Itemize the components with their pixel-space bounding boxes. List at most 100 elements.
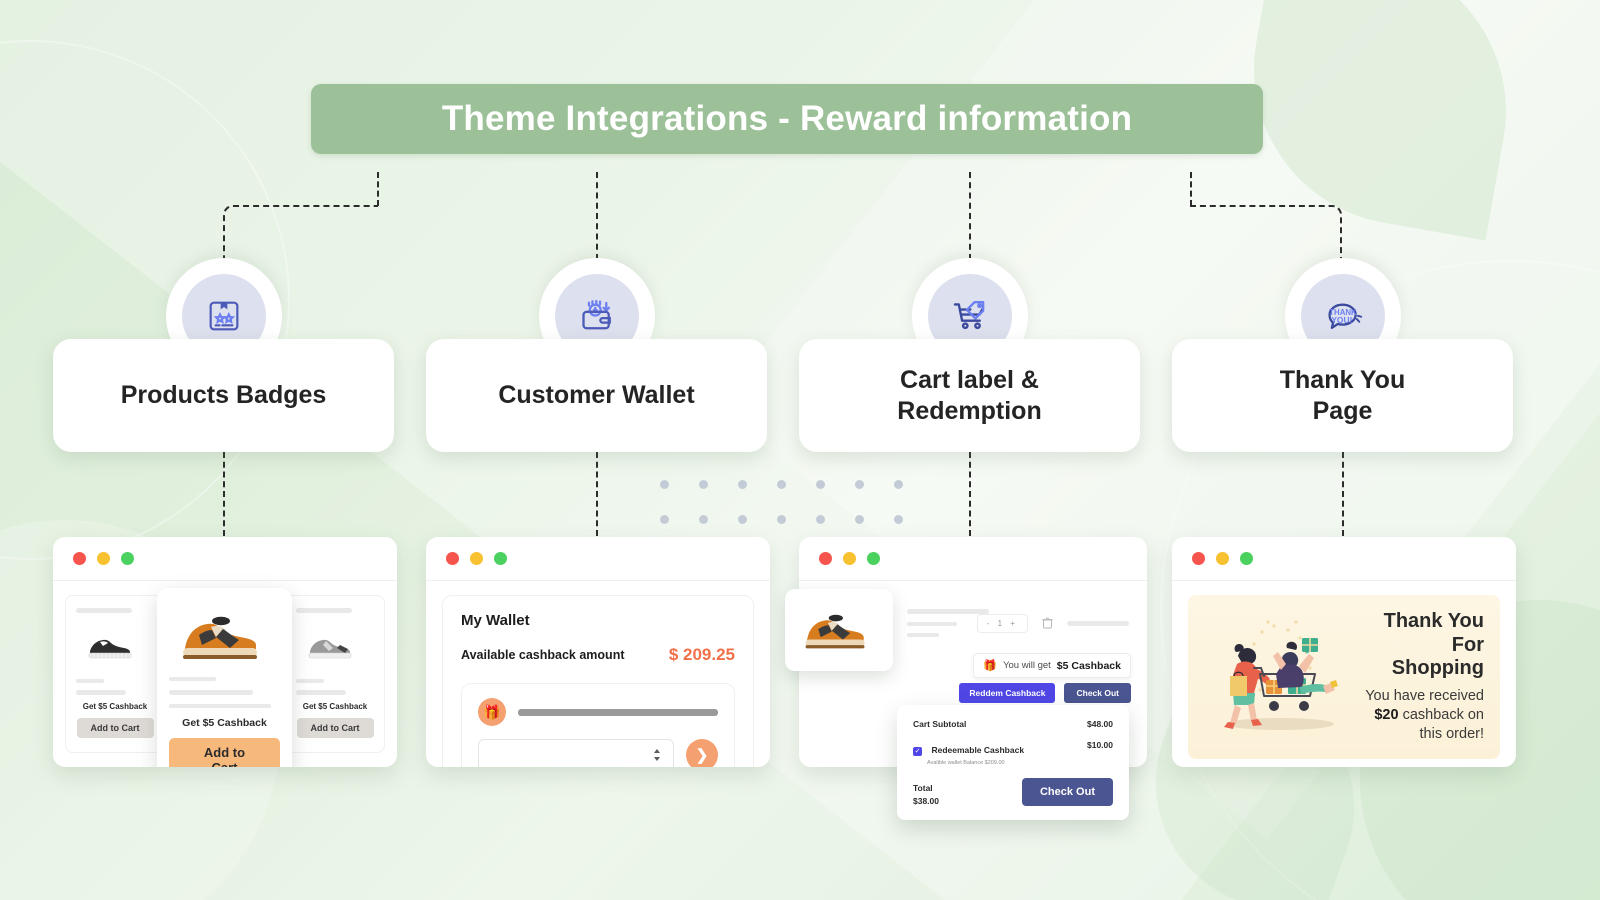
mockup-customer-wallet: My Wallet Available cashback amount $ 20… [426, 537, 770, 767]
shoppers-illustration-icon [1224, 619, 1338, 730]
checkout-button-small[interactable]: Check Out [1064, 683, 1131, 703]
sneaker-black-icon [88, 639, 132, 659]
thank-you-body: You have received $20 cashback on this o… [1360, 687, 1484, 744]
trash-icon[interactable] [1042, 617, 1053, 629]
cart-total-label: Total [913, 783, 933, 793]
browser-titlebar [799, 537, 1147, 581]
browser-titlebar [1172, 537, 1516, 581]
cart-action-buttons: Reddem Cashback Check Out [959, 683, 1131, 703]
window-close-dot[interactable] [819, 552, 832, 565]
window-close-dot[interactable] [1192, 552, 1205, 565]
cart-total-value: $38.00 [913, 796, 939, 806]
card-customer-wallet[interactable]: Customer Wallet [426, 339, 767, 452]
browser-titlebar [53, 537, 397, 581]
add-to-cart-button[interactable]: Add to Cart [296, 718, 374, 738]
thank-you-body-line-3: this order! [1419, 725, 1484, 742]
cart-tag-icon [953, 300, 985, 330]
card-products-badges[interactable]: Products Badges [53, 339, 394, 452]
mockup-thank-you: Thank You For Shopping You have received… [1172, 537, 1516, 767]
connector-card-3 [969, 172, 971, 260]
redeemable-cashback-value: $10.00 [1087, 740, 1113, 750]
cashback-amount-stepper[interactable] [478, 739, 674, 767]
mockup-cart-wrapper: - 1 + 🎁 You will get $5 Cashback Reddem … [785, 537, 1147, 820]
connector-card-2-to-mockup [596, 452, 598, 536]
box-stars-icon [209, 301, 239, 331]
window-minimize-dot[interactable] [1216, 552, 1229, 565]
thank-you-body-line-1: You have received [1365, 688, 1484, 705]
redeemable-cashback-row: ✓ Redeemable Cashback $10.00 [913, 740, 1113, 758]
window-minimize-dot[interactable] [97, 552, 110, 565]
add-to-cart-button[interactable]: Add to Cart [76, 718, 154, 738]
stepper-arrows-icon [654, 749, 660, 761]
connector-card-1 [223, 205, 378, 260]
checkout-button[interactable]: Check Out [1021, 778, 1113, 806]
shoe-image [84, 620, 146, 672]
gift-icon: 🎁 [478, 698, 506, 726]
window-maximize-dot[interactable] [867, 552, 880, 565]
cashback-notice-amount: $5 Cashback [1056, 659, 1121, 672]
card-thank-you-page[interactable]: Thank You Page [1172, 339, 1513, 452]
window-close-dot[interactable] [446, 552, 459, 565]
add-to-cart-button-featured[interactable]: Add to Cart [169, 738, 280, 767]
cart-subtotal-label: Cart Subtotal [913, 719, 967, 729]
cart-subtotal-value: $48.00 [1087, 719, 1113, 729]
product-card-featured[interactable]: Get $5 Cashback Add to Cart [157, 588, 292, 767]
card-title-line-2: Page [1312, 396, 1373, 425]
card-cart-label-redemption[interactable]: Cart label & Redemption [799, 339, 1140, 452]
connector-card-4-to-mockup [1342, 452, 1344, 536]
window-maximize-dot[interactable] [121, 552, 134, 565]
wallet-title: My Wallet [461, 612, 530, 629]
product-card[interactable]: Get $5 Cashback Add to Cart [285, 595, 385, 753]
thank-you-body-amount: $20 [1374, 706, 1399, 723]
placeholder-bar [518, 708, 718, 716]
connector-card-3-to-mockup [969, 452, 971, 536]
redeemable-cashback-group[interactable]: ✓ Redeemable Cashback [913, 740, 1024, 758]
wallet-submit-button[interactable]: ❯ [686, 739, 718, 767]
card-title-cart-label-redemption: Cart label & Redemption [897, 365, 1041, 426]
connector-card-4 [1190, 205, 1342, 260]
card-title-line-1: Thank You [1279, 366, 1406, 394]
page-title: Theme Integrations - Reward information [441, 99, 1133, 138]
wallet-balance-note: Avalible wallet Balance $209.00 [927, 760, 1005, 766]
card-title-customer-wallet: Customer Wallet [498, 381, 695, 410]
thank-you-heading: Thank You For Shopping [1360, 610, 1484, 680]
gift-box-icon: 🎁 [983, 660, 998, 672]
connector-card-4-top [1190, 172, 1192, 206]
wallet-input-row: ❯ [478, 739, 718, 767]
cashback-notice-pill: 🎁 You will get $5 Cashback [973, 653, 1131, 678]
cashback-notice-prefix: You will get [1003, 660, 1051, 671]
window-minimize-dot[interactable] [843, 552, 856, 565]
window-maximize-dot[interactable] [1240, 552, 1253, 565]
svg-text:YOU!: YOU! [1331, 315, 1352, 325]
available-cashback-label: Available cashback amount [461, 648, 625, 662]
connector-card-2 [596, 172, 598, 260]
wallet-panel: My Wallet Available cashback amount $ 20… [442, 595, 754, 767]
sneaker-orange-icon [182, 616, 257, 659]
connector-card-1-to-mockup [223, 452, 225, 536]
product-card[interactable]: Get $5 Cashback Add to Cart [65, 595, 165, 753]
thank-you-body-line-2: cashback on [1402, 706, 1484, 723]
window-maximize-dot[interactable] [494, 552, 507, 565]
shoe-image [304, 620, 366, 672]
product-cashback-label-featured: Get $5 Cashback [182, 717, 267, 729]
cart-summary-panel: Cart Subtotal $48.00 ✓ Redeemable Cashba… [897, 705, 1129, 820]
cart-subtotal-row: Cart Subtotal $48.00 [913, 719, 1113, 729]
product-cashback-label: Get $5 Cashback [82, 702, 148, 711]
thank-you-heading-line-2: For Shopping [1391, 633, 1484, 679]
sneaker-orange-icon [805, 614, 865, 649]
connector-card-1-top [377, 172, 379, 206]
wallet-coin-icon [582, 299, 611, 330]
shoe-image-featured [171, 604, 279, 668]
available-cashback-amount: $ 209.25 [668, 645, 735, 664]
redeemable-cashback-checkbox[interactable]: ✓ [913, 746, 922, 756]
card-title-products-badges: Products Badges [120, 381, 327, 410]
cart-total-row: Total $38.00 Check Out [913, 778, 1113, 806]
redeem-cashback-button[interactable]: Reddem Cashback [959, 683, 1056, 703]
mockup-products-badges: Get $5 Cashback Add to Cart Get $5 Cashb… [53, 537, 397, 767]
quantity-stepper[interactable]: - 1 + [976, 613, 1028, 633]
wallet-redeem-box: 🎁 ❯ [461, 683, 735, 767]
window-close-dot[interactable] [73, 552, 86, 565]
card-title-line-1: Cart label & [900, 366, 1039, 394]
redeemable-cashback-label: Redeemable Cashback [931, 745, 1025, 755]
window-minimize-dot[interactable] [470, 552, 483, 565]
